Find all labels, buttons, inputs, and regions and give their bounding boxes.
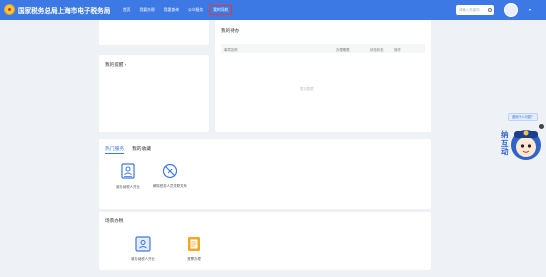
tab-hot-services[interactable]: 热门服务 xyxy=(105,145,125,154)
todo-col-name: 事项名称 xyxy=(224,48,238,52)
main-nav: 首页 我要办税 我要查询 公众服务 我的导航 xyxy=(120,5,233,15)
todo-col-action: 操作 xyxy=(394,48,401,52)
service-label-unlink[interactable]: 解除税务人员关联关系 xyxy=(150,184,190,188)
assistant-mascot[interactable]: 纳互动 xyxy=(500,123,544,167)
chevron-down-icon[interactable]: ▾ xyxy=(529,7,531,12)
todo-title: 我的待办 xyxy=(221,28,240,33)
user-avatar[interactable] xyxy=(504,3,518,17)
tax-emblem-icon xyxy=(4,4,15,15)
nav-my-navigation[interactable]: 我的导航 xyxy=(209,5,233,15)
search-input[interactable]: 请输入关键词 xyxy=(456,5,494,15)
site-title[interactable]: 国家税务总局上海市电子税务局 xyxy=(18,5,110,15)
scenario-label-first-invoice[interactable]: 首票办理 xyxy=(180,256,208,261)
assistant-badge[interactable]: 遇到什么问题？ xyxy=(508,113,538,121)
scenario-title: 场景办税 xyxy=(105,218,124,223)
todo-empty-text: 暂无数据 xyxy=(300,87,314,91)
todo-col-deadline: 办理期限 xyxy=(336,48,350,52)
left-top-card xyxy=(99,20,209,45)
unlink-icon[interactable] xyxy=(162,163,178,179)
todo-card xyxy=(215,20,431,132)
todo-col-status: 状态状态 xyxy=(370,48,384,52)
tab-favorites[interactable]: 我的收藏 xyxy=(132,145,151,152)
id-card-icon[interactable] xyxy=(135,236,151,252)
document-icon[interactable] xyxy=(186,236,202,252)
nav-home[interactable]: 首页 xyxy=(120,5,134,15)
nav-query[interactable]: 我要查询 xyxy=(161,5,182,15)
reminder-title[interactable]: 我的提醒 › xyxy=(105,62,126,68)
close-icon[interactable] xyxy=(539,124,544,129)
nav-public-service[interactable]: 公众服务 xyxy=(185,5,206,15)
mascot-text: 纳互动 xyxy=(501,130,509,156)
id-card-icon[interactable] xyxy=(120,163,136,179)
top-navigation-bar: 国家税务总局上海市电子税务局 首页 我要办税 我要查询 公众服务 我的导航 请输… xyxy=(0,0,546,20)
search-icon[interactable] xyxy=(488,8,492,12)
nav-do-tax[interactable]: 我要办税 xyxy=(137,5,158,15)
search-placeholder: 请输入关键词 xyxy=(459,8,480,12)
scenario-label-new-taxpayer[interactable]: 新办纳税人开业 xyxy=(125,256,161,261)
service-label-new-taxpayer[interactable]: 新办纳税人开业 xyxy=(110,184,146,189)
